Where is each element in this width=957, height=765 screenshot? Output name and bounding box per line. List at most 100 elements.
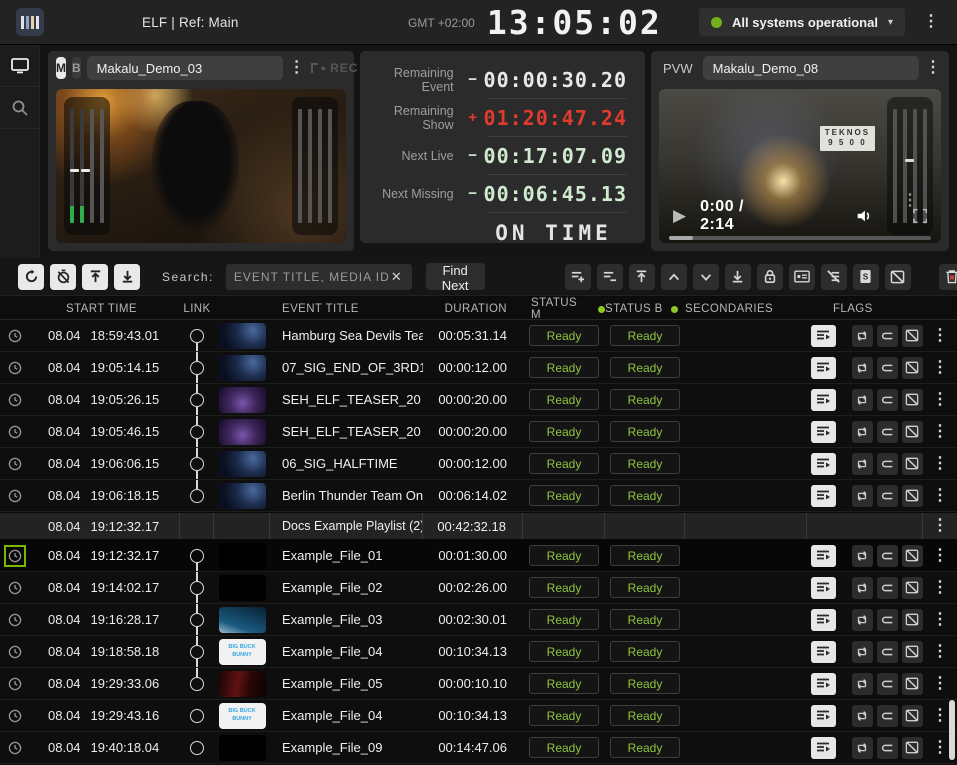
secondary-events-button[interactable] [811, 357, 836, 379]
row-menu-button[interactable]: ⋮ [932, 740, 948, 756]
status-b-badge[interactable]: Ready [610, 357, 680, 378]
row-menu-button[interactable]: ⋮ [932, 612, 948, 628]
remove-event-button[interactable] [597, 264, 623, 290]
pvw-video[interactable]: TEKNOS9 5 0 0 ⋮ ▶ 0:00 / 2:14 [659, 89, 941, 243]
transition-flag-button[interactable] [877, 737, 898, 759]
vertical-scrollbar[interactable] [949, 700, 955, 760]
playlist-event-row[interactable]: 08.04 18:59:43.01 Hamburg Sea Devils Tea… [0, 320, 957, 352]
status-m-badge[interactable]: Ready [529, 577, 599, 598]
move-down-button[interactable] [693, 264, 719, 290]
topbar-menu-button[interactable]: ⋮ [923, 14, 939, 30]
status-m-badge[interactable]: Ready [529, 325, 599, 346]
loop-flag-button[interactable] [852, 325, 873, 347]
row-menu-button[interactable]: ⋮ [932, 548, 948, 564]
pvw-menu-button[interactable]: ⋮ [925, 60, 941, 76]
sidebar-item-search[interactable] [0, 87, 40, 129]
secondary-events-button[interactable] [811, 545, 836, 567]
secondary-events-button[interactable] [811, 609, 836, 631]
search-input[interactable] [234, 270, 389, 284]
secondary-events-button[interactable] [811, 325, 836, 347]
no-thumbnail-button[interactable] [885, 264, 911, 290]
transition-flag-button[interactable] [877, 673, 898, 695]
no-thumbnail-flag-button[interactable] [902, 357, 923, 379]
app-menu-button[interactable] [16, 8, 44, 36]
transition-flag-button[interactable] [877, 641, 898, 663]
status-b-badge[interactable]: Ready [610, 673, 680, 694]
status-m-badge[interactable]: Ready [529, 609, 599, 630]
row-menu-button[interactable]: ⋮ [932, 676, 948, 692]
link-node[interactable] [180, 416, 214, 447]
status-m-badge[interactable]: Ready [529, 485, 599, 506]
secondary-events-button[interactable] [811, 577, 836, 599]
move-to-top-button[interactable] [629, 264, 655, 290]
link-node[interactable] [180, 320, 214, 351]
transition-flag-button[interactable] [877, 609, 898, 631]
playlist-event-row[interactable]: 08.04 19:05:46.15 SEH_ELF_TEASER_20 Pl..… [0, 416, 957, 448]
no-thumbnail-flag-button[interactable] [902, 673, 923, 695]
lock-button[interactable] [757, 264, 783, 290]
link-node[interactable] [180, 540, 214, 571]
row-menu-button[interactable]: ⋮ [932, 456, 948, 472]
loop-flag-button[interactable] [852, 389, 873, 411]
link-node[interactable] [180, 384, 214, 415]
jump-to-bottom-button[interactable] [114, 264, 140, 290]
status-m-badge[interactable]: Ready [529, 673, 599, 694]
secondary-events-button[interactable] [811, 453, 836, 475]
row-menu-button[interactable]: ⋮ [932, 392, 948, 408]
loop-flag-button[interactable] [852, 705, 873, 727]
no-thumbnail-flag-button[interactable] [902, 545, 923, 567]
player-a-menu-button[interactable]: ⋮ [289, 60, 305, 76]
row-menu-button[interactable]: ⋮ [932, 644, 948, 660]
play-icon[interactable]: ▶ [673, 206, 686, 226]
player-a-video[interactable] [56, 89, 346, 243]
transition-flag-button[interactable] [877, 485, 898, 507]
secondary-events-button[interactable] [811, 673, 836, 695]
playlist-event-row[interactable]: 08.04 19:05:26.15 SEH_ELF_TEASER_20 Pl..… [0, 384, 957, 416]
link-node[interactable] [180, 604, 214, 635]
loop-flag-button[interactable] [852, 545, 873, 567]
volume-icon[interactable] [855, 207, 873, 225]
playlist-event-row[interactable]: 08.04 19:29:33.06 Example_File_05 00:00:… [0, 668, 957, 700]
find-next-button[interactable]: Find Next [426, 263, 485, 290]
playlist-event-row[interactable]: 08.04 19:06:06.15 06_SIG_HALFTIME 00:00:… [0, 448, 957, 480]
transition-flag-button[interactable] [877, 577, 898, 599]
transition-flag-button[interactable] [877, 389, 898, 411]
secondary-events-button[interactable] [811, 705, 836, 727]
no-thumbnail-flag-button[interactable] [902, 609, 923, 631]
fullscreen-icon[interactable] [913, 208, 927, 224]
pvw-name-input[interactable] [703, 56, 919, 80]
playlist-event-row[interactable]: 08.04 19:18:58.18 BIG BUCK BUNNY Example… [0, 636, 957, 668]
sidebar-item-channels[interactable] [0, 45, 40, 87]
timer-off-button[interactable] [50, 264, 76, 290]
player-a-m-button[interactable]: M [56, 57, 66, 79]
status-b-badge[interactable]: Ready [610, 389, 680, 410]
no-thumbnail-flag-button[interactable] [902, 325, 923, 347]
loop-flag-button[interactable] [852, 453, 873, 475]
unlink-playlist-button[interactable] [821, 264, 847, 290]
no-thumbnail-flag-button[interactable] [902, 453, 923, 475]
status-m-badge[interactable]: Ready [529, 737, 599, 758]
media-id-card-button[interactable] [789, 264, 815, 290]
playlist-event-row[interactable]: 08.04 19:40:18.04 Example_File_09 00:14:… [0, 732, 957, 764]
jump-to-top-button[interactable] [82, 264, 108, 290]
player-a-name-input[interactable] [87, 56, 283, 80]
link-node[interactable] [180, 636, 214, 667]
status-b-badge[interactable]: Ready [610, 325, 680, 346]
secondary-events-button[interactable] [811, 737, 836, 759]
loop-flag-button[interactable] [852, 357, 873, 379]
playlist-event-row[interactable]: 08.04 19:29:43.16 BIG BUCK BUNNY Example… [0, 700, 957, 732]
refresh-button[interactable] [18, 264, 44, 290]
secondary-events-button[interactable] [811, 485, 836, 507]
no-thumbnail-flag-button[interactable] [902, 577, 923, 599]
player-a-b-button[interactable]: B [72, 57, 81, 79]
status-b-badge[interactable]: Ready [610, 705, 680, 726]
link-node[interactable] [180, 480, 214, 511]
status-b-badge[interactable]: Ready [610, 577, 680, 598]
link-node[interactable] [180, 732, 214, 763]
secondary-events-button[interactable] [811, 421, 836, 443]
status-m-badge[interactable]: Ready [529, 389, 599, 410]
playlist-event-row[interactable]: 08.04 19:05:14.15 07_SIG_END_OF_3RD1 00:… [0, 352, 957, 384]
system-status-dropdown[interactable]: All systems operational ▾ [699, 8, 905, 36]
add-event-button[interactable] [565, 264, 591, 290]
status-m-badge[interactable]: Ready [529, 705, 599, 726]
